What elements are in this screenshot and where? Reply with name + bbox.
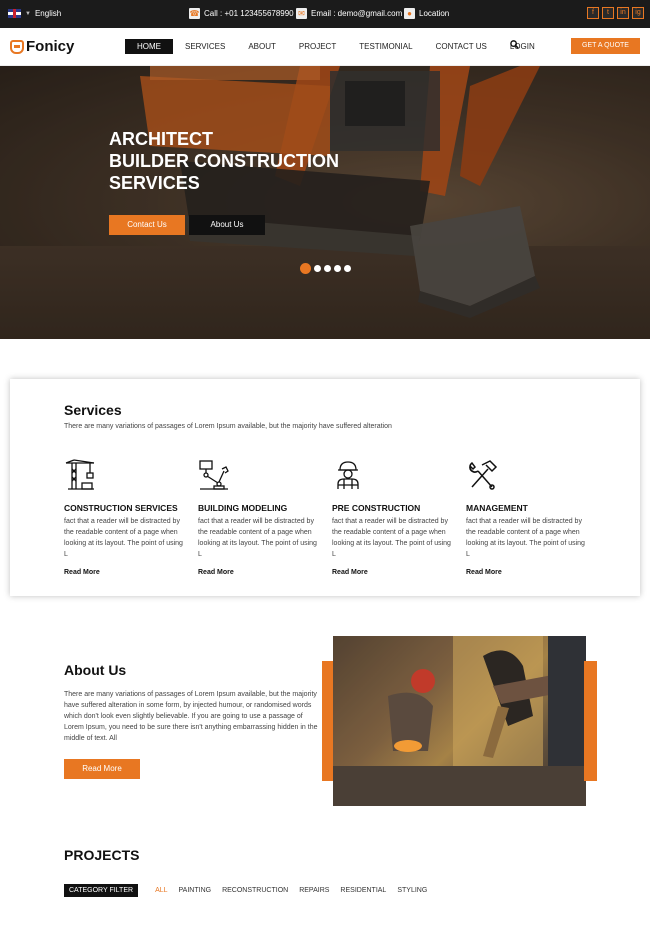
location-info[interactable]: ● Location bbox=[404, 8, 449, 19]
excavator-illustration bbox=[0, 66, 650, 339]
filter-repairs[interactable]: REPAIRS bbox=[299, 887, 329, 894]
filter-all[interactable]: ALL bbox=[155, 887, 167, 894]
logo-text: Fonicy bbox=[26, 38, 75, 55]
email-text: Email : demo@gmail.com bbox=[311, 9, 403, 18]
service-card: CONSTRUCTION SERVICES fact that a reader… bbox=[64, 459, 186, 579]
nav-contact[interactable]: CONTACT US bbox=[425, 39, 498, 54]
uk-flag-icon bbox=[8, 9, 21, 18]
about-read-more-button[interactable]: Read More bbox=[64, 759, 140, 779]
services-title: Services bbox=[64, 402, 122, 418]
about-image bbox=[322, 636, 597, 806]
map-pin-icon: ● bbox=[404, 8, 415, 19]
call-info[interactable]: ☎ Call : +01 123455678990 bbox=[189, 8, 294, 19]
service-title: BUILDING MODELING bbox=[198, 503, 288, 513]
read-more-link[interactable]: Read More bbox=[332, 569, 368, 576]
hero-title-line3: SERVICES bbox=[109, 173, 200, 193]
hero-title-line2: BUILDER CONSTRUCTION bbox=[109, 151, 339, 171]
nav-project[interactable]: PROJECT bbox=[288, 39, 347, 54]
service-title: CONSTRUCTION SERVICES bbox=[64, 503, 178, 513]
location-text: Location bbox=[419, 9, 450, 18]
email-info[interactable]: ✉ Email : demo@gmail.com bbox=[296, 8, 402, 19]
chevron-down-icon: ▼ bbox=[25, 10, 31, 17]
service-card: PRE CONSTRUCTION fact that a reader will… bbox=[332, 459, 454, 579]
services-subtitle: There are many variations of passages of… bbox=[64, 423, 392, 430]
category-filter-label: CATEGORY FILTER bbox=[64, 884, 139, 897]
service-title: MANAGEMENT bbox=[466, 503, 528, 513]
nav-about[interactable]: ABOUT bbox=[237, 39, 287, 54]
facebook-icon[interactable]: f bbox=[587, 7, 599, 19]
main-nav: Fonicy HOME SERVICES ABOUT PROJECT TESTI… bbox=[0, 28, 650, 66]
mail-icon: ✉ bbox=[296, 8, 307, 19]
read-more-link[interactable]: Read More bbox=[64, 569, 100, 576]
service-card: BUILDING MODELING fact that a reader wil… bbox=[198, 459, 320, 579]
service-text: fact that a reader will be distracted by… bbox=[332, 518, 451, 558]
language-label: English bbox=[34, 9, 62, 18]
menu: HOME SERVICES ABOUT PROJECT TESTIMONIAL … bbox=[125, 39, 547, 54]
language-selector[interactable]: ▼ English bbox=[8, 9, 61, 18]
service-card: MANAGEMENT fact that a reader will be di… bbox=[466, 459, 588, 579]
projects-title: PROJECTS bbox=[64, 847, 140, 863]
search-icon[interactable] bbox=[510, 40, 519, 51]
logo[interactable]: Fonicy bbox=[10, 38, 74, 55]
crane-icon bbox=[65, 459, 95, 490]
hammer-wrench-icon bbox=[469, 460, 498, 490]
slider-dot[interactable] bbox=[334, 265, 341, 272]
services-section: Services There are many variations of pa… bbox=[10, 379, 640, 596]
service-text: fact that a reader will be distracted by… bbox=[198, 518, 317, 558]
slider-dot[interactable] bbox=[314, 265, 321, 272]
call-text: Call : +01 123455678990 bbox=[204, 9, 294, 18]
filter-styling[interactable]: STYLING bbox=[397, 887, 427, 894]
top-bar: ▼ English ☎ Call : +01 123455678990 ✉ Em… bbox=[0, 0, 650, 28]
filter-painting[interactable]: PAINTING bbox=[179, 887, 212, 894]
read-more-link[interactable]: Read More bbox=[466, 569, 502, 576]
slider-dots bbox=[300, 263, 351, 274]
contact-us-button[interactable]: Contact Us bbox=[109, 215, 185, 235]
hero-slider: ARCHITECT BUILDER CONSTRUCTION SERVICES … bbox=[0, 66, 650, 339]
about-us-button[interactable]: About Us bbox=[189, 215, 265, 235]
hero-title: ARCHITECT BUILDER CONSTRUCTION SERVICES bbox=[109, 128, 339, 194]
service-title: PRE CONSTRUCTION bbox=[332, 503, 421, 513]
worker-icon bbox=[337, 461, 359, 489]
instagram-icon[interactable]: ig bbox=[632, 7, 644, 19]
filter-residential[interactable]: RESIDENTIAL bbox=[340, 887, 386, 894]
twitter-icon[interactable]: t bbox=[602, 7, 614, 19]
nav-testimonial[interactable]: TESTIMONIAL bbox=[348, 39, 423, 54]
slider-dot[interactable] bbox=[300, 263, 311, 274]
nav-login[interactable]: LOGIN bbox=[499, 39, 546, 54]
about-title: About Us bbox=[64, 662, 127, 678]
robot-arm-icon bbox=[199, 460, 229, 490]
accent-bar-right bbox=[584, 661, 597, 781]
hero-title-line1: ARCHITECT bbox=[109, 129, 213, 149]
slider-dot[interactable] bbox=[324, 265, 331, 272]
filter-reconstruction[interactable]: RECONSTRUCTION bbox=[222, 887, 288, 894]
service-text: fact that a reader will be distracted by… bbox=[64, 518, 183, 558]
read-more-link[interactable]: Read More bbox=[198, 569, 234, 576]
phone-icon: ☎ bbox=[189, 8, 200, 19]
project-filters: CATEGORY FILTER ALL PAINTING RECONSTRUCT… bbox=[64, 884, 438, 897]
about-text: There are many variations of passages of… bbox=[64, 691, 318, 742]
nav-home[interactable]: HOME bbox=[125, 39, 173, 54]
nav-services[interactable]: SERVICES bbox=[174, 39, 236, 54]
service-text: fact that a reader will be distracted by… bbox=[466, 518, 585, 558]
get-quote-button[interactable]: GET A QUOTE bbox=[571, 38, 640, 54]
slider-dot[interactable] bbox=[344, 265, 351, 272]
linkedin-icon[interactable]: in bbox=[617, 7, 629, 19]
social-links: f t in ig bbox=[587, 7, 644, 19]
logo-helmet-icon bbox=[10, 39, 24, 54]
worker-photo bbox=[333, 636, 586, 806]
